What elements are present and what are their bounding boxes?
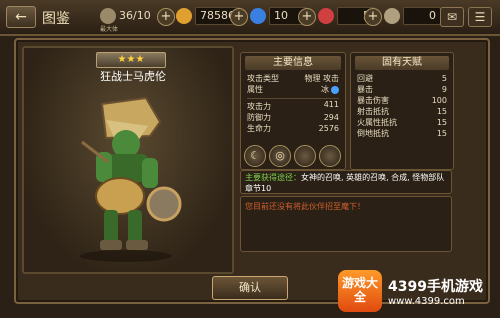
talent-value: 15: [436, 118, 447, 127]
stat-value: 冰: [321, 85, 329, 94]
talent-row: 火属性抵抗 15: [357, 117, 447, 128]
hero-name: 狂战士马虎伦: [100, 70, 166, 83]
stat-value: 物理 攻击: [304, 74, 339, 83]
stat-label: 防御力: [247, 113, 271, 122]
talent-row: 射击抵抗 15: [357, 106, 447, 117]
stamina-icon: [100, 8, 116, 24]
watermark-logo: 游戏大全: [338, 270, 382, 312]
talent-row: 暴击伤害 100: [357, 95, 447, 106]
stamina-sublabel: 最大体: [100, 26, 119, 33]
stat-row: 生命力 2576: [247, 123, 339, 134]
watermark-url: www.4399.com: [388, 296, 465, 307]
talent-header: 固有天赋: [355, 56, 449, 70]
mail-icon[interactable]: ✉: [440, 7, 464, 27]
add-badge-button[interactable]: +: [364, 8, 382, 26]
talent-label: 倒地抵抗: [357, 129, 389, 138]
recruit-status-text: 您目前还没有将此伙伴招至麾下！: [245, 202, 365, 211]
stat-value: 411: [323, 100, 339, 109]
skill-empty-slot[interactable]: [294, 145, 316, 167]
stat-label: 生命力: [247, 124, 271, 133]
stat-row: 攻击类型 物理 攻击: [247, 73, 339, 84]
talent-value: 15: [436, 107, 447, 116]
item-display: 0: [384, 7, 441, 25]
add-gem-button[interactable]: +: [298, 8, 316, 26]
page-title: 图鉴: [42, 11, 70, 27]
source-value: 女神的召唤, 英雄的召唤, 合成, 怪物部队: [301, 173, 445, 182]
top-bar: ← 图鉴 36/10 最大体 + 78586 + 10 + 5 + 0 ✉ ☰: [0, 0, 500, 36]
stat-value: 294: [323, 113, 339, 122]
skill-empty-slot[interactable]: [319, 145, 341, 167]
source-chapter: 章节10: [245, 184, 272, 193]
talent-value: 15: [436, 129, 447, 138]
acquisition-source: 主要获得途径：女神的召唤, 英雄的召唤, 合成, 怪物部队 章节10: [240, 170, 452, 194]
talent-label: 回避: [357, 74, 373, 83]
talent-label: 暴击伤害: [357, 96, 389, 105]
stamina-display: 36/10: [100, 7, 151, 25]
add-gold-button[interactable]: +: [230, 8, 248, 26]
stat-row: 防御力 294: [247, 112, 339, 123]
back-button[interactable]: ←: [6, 6, 36, 28]
stat-label: 攻击类型: [247, 74, 279, 83]
skill-slash-icon[interactable]: ☾: [244, 145, 266, 167]
hero-figure: [80, 96, 182, 262]
stat-value-wrap: 冰: [321, 84, 339, 95]
star-rating: ★★★: [96, 52, 166, 68]
talent-row: 暴击 9: [357, 84, 447, 95]
talent-value: 100: [431, 96, 447, 105]
talent-row: 倒地抵抗 15: [357, 128, 447, 139]
stamina-value: 36/10: [119, 9, 151, 22]
main-info-header: 主要信息: [245, 56, 341, 70]
talent-label: 暴击: [357, 85, 373, 94]
star-badge-icon: [318, 8, 334, 24]
gold-coin-icon: [176, 8, 192, 24]
skill-slots: ☾ ◎: [240, 145, 344, 167]
item-value: 0: [403, 7, 441, 25]
recruit-status-box: 您目前还没有将此伙伴招至麾下！: [240, 196, 452, 252]
talent-panel: 固有天赋 回避 5 暴击 9 暴击伤害 100 射击抵抗 15 火属性抵抗 15…: [350, 52, 454, 170]
stat-row: 攻击力 411: [247, 98, 339, 112]
stat-value: 2576: [318, 124, 339, 133]
talent-label: 射击抵抗: [357, 107, 389, 116]
stat-row: 属性 冰: [247, 84, 339, 95]
stat-label: 属性: [247, 85, 263, 94]
add-stamina-button[interactable]: +: [157, 8, 175, 26]
source-label: 主要获得途径：: [245, 173, 301, 182]
watermark-text: 4399手机游戏: [388, 279, 483, 295]
stat-label: 攻击力: [247, 102, 271, 111]
talent-value: 9: [441, 85, 447, 94]
talent-row: 回避 5: [357, 73, 447, 84]
feather-icon: [384, 8, 400, 24]
watermark: 游戏大全 4399手机游戏 www.4399.com: [338, 268, 500, 316]
gem-icon: [250, 8, 266, 24]
chat-icon[interactable]: ☰: [468, 7, 492, 27]
confirm-button[interactable]: 确认: [212, 276, 288, 300]
talent-value: 5: [441, 74, 447, 83]
ice-element-icon: [331, 85, 339, 94]
skill-spiral-icon[interactable]: ◎: [269, 145, 291, 167]
talent-label: 火属性抵抗: [357, 118, 397, 127]
